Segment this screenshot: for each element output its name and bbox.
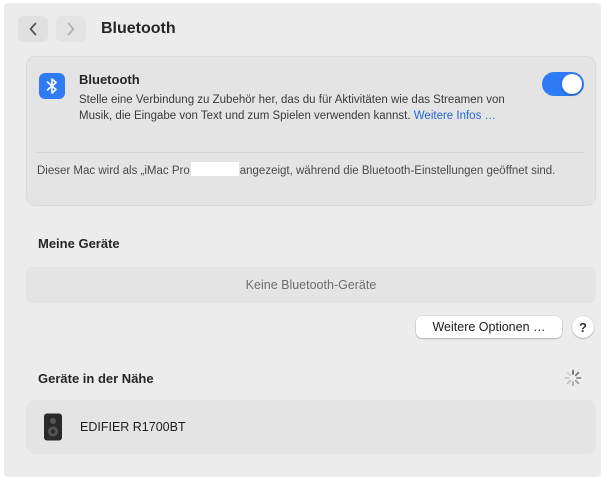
forward-button[interactable] — [56, 16, 86, 42]
note-text-after: angezeigt, während die Bluetooth-Einstel… — [239, 165, 556, 177]
redacted-name — [190, 162, 239, 176]
device-name-note: Dieser Mac wird als „iMac Pro angezeigt, … — [37, 162, 585, 179]
divider — [37, 152, 585, 153]
settings-window: Bluetooth Bluetooth Stelle eine Verbindu… — [4, 3, 601, 477]
toggle-knob — [562, 74, 582, 94]
nearby-device-row[interactable]: EDIFIER R1700BT — [26, 400, 596, 454]
speaker-icon — [44, 413, 62, 441]
chevron-left-icon — [29, 22, 37, 36]
bluetooth-toggle[interactable] — [542, 72, 584, 96]
my-devices-empty: Keine Bluetooth-Geräte — [26, 267, 596, 303]
note-text-before: Dieser Mac wird als „iMac Pro — [37, 165, 190, 177]
page-title: Bluetooth — [101, 20, 176, 37]
bluetooth-label: Bluetooth — [79, 72, 140, 87]
back-button[interactable] — [18, 16, 48, 42]
more-options-button[interactable]: Weitere Optionen … — [416, 316, 562, 338]
my-devices-heading: Meine Geräte — [38, 236, 120, 251]
nearby-devices-heading: Geräte in der Nähe — [38, 371, 154, 386]
device-name: EDIFIER R1700BT — [80, 420, 186, 434]
more-info-link[interactable]: Weitere Infos … — [414, 110, 496, 122]
bluetooth-description: Stelle eine Verbindung zu Zubehör her, d… — [79, 92, 527, 124]
bluetooth-card: Bluetooth Stelle eine Verbindung zu Zube… — [26, 56, 596, 206]
loading-spinner-icon — [564, 369, 582, 387]
chevron-right-icon — [67, 22, 75, 36]
help-button[interactable]: ? — [572, 316, 594, 338]
bluetooth-icon — [39, 73, 65, 99]
